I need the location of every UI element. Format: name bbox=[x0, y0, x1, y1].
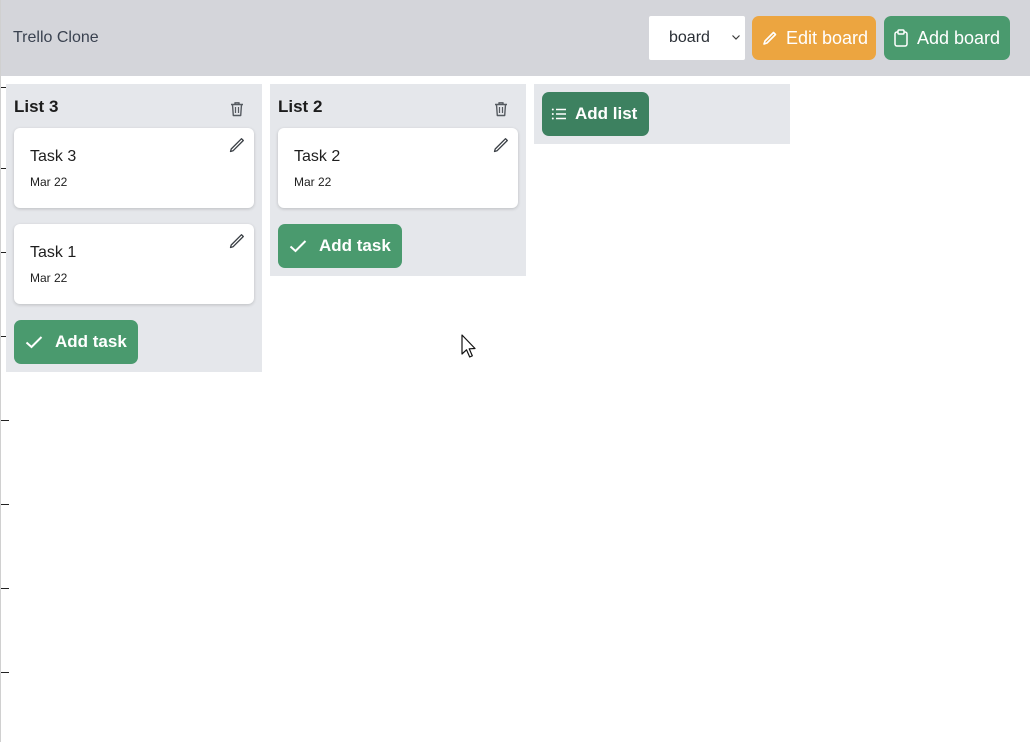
task-date: Mar 22 bbox=[30, 175, 68, 189]
add-board-button[interactable]: Add board bbox=[884, 16, 1010, 60]
list-icon bbox=[551, 108, 566, 120]
mouse-cursor-icon bbox=[461, 334, 476, 358]
trash-icon[interactable] bbox=[494, 101, 508, 117]
list-column: List 3 Task 3 Mar 22 Task 1 Mar 22 Add t… bbox=[6, 84, 262, 372]
task-title: Task 3 bbox=[30, 148, 77, 165]
add-list-column: Add list bbox=[534, 84, 790, 144]
edge-tick bbox=[1, 504, 9, 505]
edit-board-button[interactable]: Edit board bbox=[752, 16, 876, 60]
list-title: List 2 bbox=[278, 97, 323, 116]
pencil-icon[interactable] bbox=[229, 233, 245, 249]
edge-tick bbox=[1, 588, 9, 589]
board-select[interactable]: board bbox=[649, 16, 745, 60]
add-list-label: Add list bbox=[575, 104, 638, 123]
check-icon bbox=[289, 240, 307, 253]
add-task-button[interactable]: Add task bbox=[278, 224, 402, 268]
top-header: Trello Clone board Edit board Add board bbox=[1, 0, 1030, 76]
add-list-button[interactable]: Add list bbox=[542, 92, 649, 136]
pencil-icon[interactable] bbox=[229, 137, 245, 153]
add-board-label: Add board bbox=[917, 27, 1001, 48]
task-date: Mar 22 bbox=[30, 271, 68, 285]
pencil-icon[interactable] bbox=[493, 137, 509, 153]
add-task-button[interactable]: Add task bbox=[14, 320, 138, 364]
task-card[interactable]: Task 3 Mar 22 bbox=[14, 128, 254, 208]
check-icon bbox=[25, 336, 43, 349]
clipboard-icon bbox=[894, 29, 908, 47]
task-card[interactable]: Task 2 Mar 22 bbox=[278, 128, 518, 208]
task-title: Task 1 bbox=[30, 244, 77, 261]
edge-tick bbox=[1, 420, 9, 421]
list-title: List 3 bbox=[14, 97, 59, 116]
task-title: Task 2 bbox=[294, 148, 341, 165]
task-date: Mar 22 bbox=[294, 175, 332, 189]
chevron-down-icon bbox=[732, 35, 740, 40]
edge-tick bbox=[1, 672, 9, 673]
add-task-label: Add task bbox=[319, 236, 391, 255]
list-column: List 2 Task 2 Mar 22 Add task bbox=[270, 84, 526, 276]
edit-board-label: Edit board bbox=[786, 27, 869, 48]
trash-icon[interactable] bbox=[230, 101, 244, 117]
add-task-label: Add task bbox=[55, 332, 127, 351]
board-select-value: board bbox=[669, 29, 710, 46]
app-title: Trello Clone bbox=[13, 29, 99, 46]
pencil-icon bbox=[763, 31, 777, 45]
task-card[interactable]: Task 1 Mar 22 bbox=[14, 224, 254, 304]
